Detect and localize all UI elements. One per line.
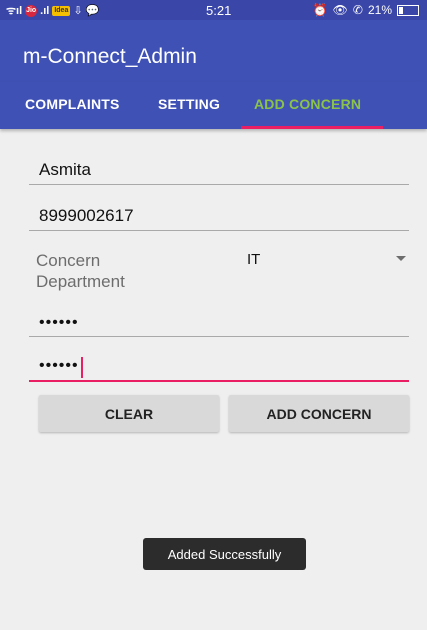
name-field[interactable]: Asmita: [29, 150, 409, 185]
status-left-icons: ᯤıl Jio .ıl Idea ⇩ 💬: [6, 3, 99, 18]
signal-icon: ᯤıl: [6, 5, 23, 17]
department-label: Concern Department: [36, 251, 125, 291]
alarm-icon: ⏰: [312, 3, 328, 17]
confirm-password-field-value: ••••••: [39, 357, 79, 374]
phone-field[interactable]: 8999002617: [29, 196, 409, 231]
tab-setting[interactable]: SETTING: [158, 96, 220, 112]
status-right-icons: ⏰ 👁 ✆ 21%: [313, 3, 419, 17]
dropdown-arrow-icon[interactable]: [396, 256, 406, 261]
app-bar: m-Connect_Admin: [0, 20, 427, 82]
tab-add-concern[interactable]: ADD CONCERN: [254, 96, 361, 112]
volte-icon: ✆: [352, 3, 363, 17]
idea-carrier-icon: Idea: [52, 5, 71, 16]
app-title: m-Connect_Admin: [23, 45, 197, 68]
status-bar: ᯤıl Jio .ıl Idea ⇩ 💬 5:21 ⏰ 👁 ✆ 21%: [0, 0, 427, 20]
battery-icon: [397, 4, 419, 16]
jio-carrier-icon: Jio: [25, 4, 38, 17]
signal-icon-2: .ıl: [40, 4, 50, 17]
tab-complaints[interactable]: COMPLAINTS: [25, 96, 120, 112]
add-concern-button[interactable]: ADD CONCERN: [229, 395, 409, 432]
confirm-password-field[interactable]: ••••••: [29, 352, 409, 382]
eye-icon: 👁: [332, 3, 348, 17]
battery-percent: 21%: [367, 3, 392, 17]
tab-bar: COMPLAINTS SETTING ADD CONCERN: [0, 82, 427, 129]
notification-icon: ⇩: [73, 5, 83, 17]
phone-field-value: 8999002617: [39, 206, 134, 225]
name-field-value: Asmita: [39, 160, 91, 179]
chat-icon: 💬: [85, 5, 100, 17]
department-select[interactable]: IT: [247, 251, 260, 268]
password-field-value: ••••••: [39, 314, 79, 331]
status-time: 5:21: [206, 3, 232, 18]
active-tab-indicator: [241, 126, 383, 129]
toast-message: Added Successfully: [143, 538, 306, 570]
text-cursor: [81, 357, 83, 378]
password-field[interactable]: ••••••: [29, 310, 409, 337]
clear-button[interactable]: CLEAR: [39, 395, 219, 432]
